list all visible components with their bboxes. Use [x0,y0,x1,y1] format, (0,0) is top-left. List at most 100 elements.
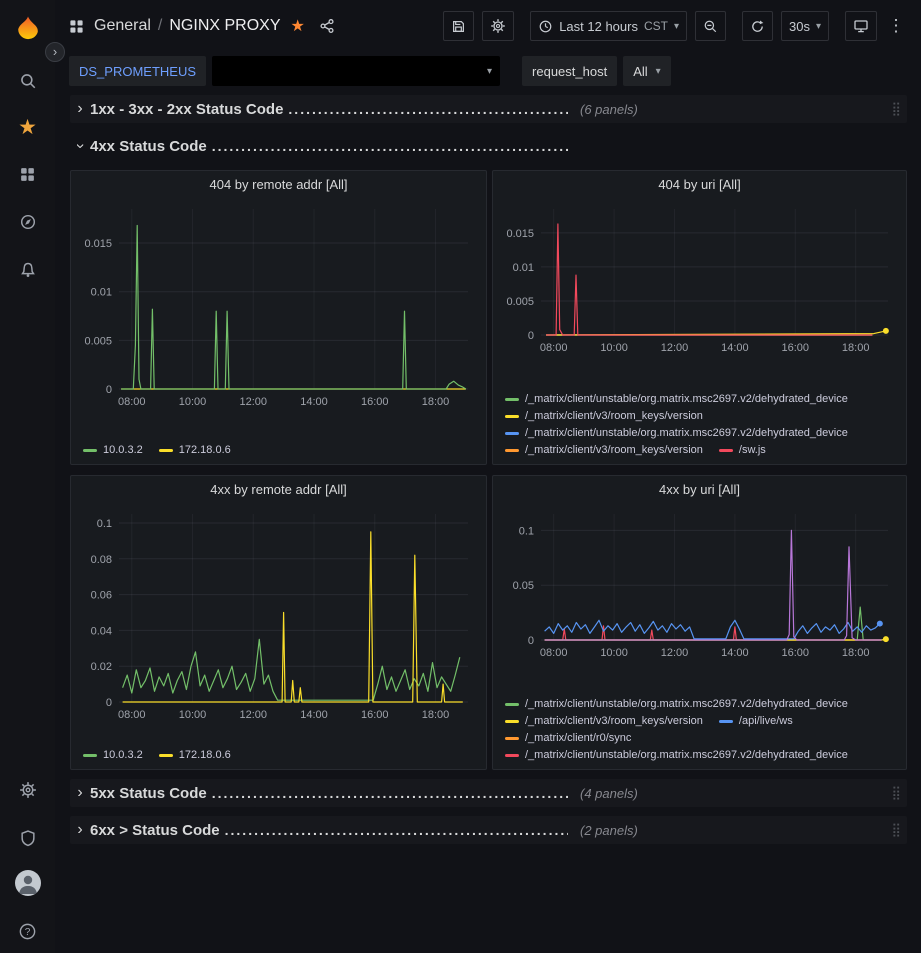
legend-series-label: /_matrix/client/unstable/org.matrix.msc2… [525,749,848,761]
legend-item[interactable]: /_matrix/client/unstable/org.matrix.msc2… [505,749,848,761]
star-icon: ★ [18,115,37,140]
svg-text:08:00: 08:00 [118,709,146,721]
row-title-dots: ........................................… [212,138,568,154]
chevron-down-icon: ▾ [674,21,679,32]
dashboard-title[interactable]: NGINX PROXY [169,17,280,35]
legend-series-swatch-icon [505,449,519,452]
bell-icon [19,261,37,279]
share-icon[interactable] [319,18,335,34]
refresh-button[interactable] [742,11,773,41]
row-drag-handle-icon[interactable]: ⣿ [891,822,901,838]
sidebar-item-server-admin[interactable] [0,817,55,859]
timeseries-chart[interactable]: 08:0010:0012:0014:0016:0018:0000.0050.01… [75,199,482,411]
legend-item[interactable]: /_matrix/client/v3/room_keys/version [505,410,703,422]
chevron-right-icon: › [53,44,57,59]
legend-series-swatch-icon [505,415,519,418]
svg-text:16:00: 16:00 [782,647,810,659]
legend-item[interactable]: 10.0.3.2 [83,444,143,456]
svg-text:18:00: 18:00 [842,647,870,659]
favorite-star-icon[interactable]: ★ [291,16,305,36]
request-host-select[interactable]: All ▾ [623,56,670,86]
svg-text:14:00: 14:00 [300,709,328,721]
row-title: 1xx - 3xx - 2xx Status Code [90,101,283,118]
svg-text:0.02: 0.02 [91,661,112,673]
datasource-variable-label[interactable]: DS_PROMETHEUS [69,56,206,86]
svg-text:16:00: 16:00 [782,342,810,354]
save-dashboard-button[interactable] [443,11,474,41]
apps-grid-icon [69,19,84,34]
legend-series-swatch-icon [83,754,97,757]
legend-item[interactable]: 172.18.0.6 [159,749,231,761]
legend-series-label: /_matrix/client/v3/room_keys/version [525,715,703,727]
sidebar-expand-button[interactable]: › [45,42,65,62]
legend-item[interactable]: /_matrix/client/unstable/org.matrix.msc2… [505,698,848,710]
refresh-icon [750,19,765,34]
sidebar-item-profile[interactable] [0,862,55,904]
zoom-out-button[interactable] [695,11,726,41]
legend-item[interactable]: /api/live/ws [719,715,793,727]
row-drag-handle-icon[interactable]: ⣿ [891,101,901,117]
refresh-interval-select[interactable]: 30s ▾ [781,11,829,41]
legend-item[interactable]: /_matrix/client/unstable/org.matrix.msc2… [505,393,848,405]
legend-item[interactable]: /_matrix/client/unstable/org.matrix.msc2… [505,427,848,439]
legend-series-swatch-icon [505,432,519,435]
legend-series-swatch-icon [505,703,519,706]
chart-legend: 10.0.3.2 172.18.0.6 [71,745,486,769]
row-header-5xx[interactable]: › 5xx Status Code ......................… [70,779,907,807]
sidebar-item-search[interactable] [0,60,55,102]
row-header-4xx[interactable]: › 4xx Status Code ......................… [70,132,907,160]
legend-item[interactable]: 10.0.3.2 [83,749,143,761]
svg-text:08:00: 08:00 [540,342,568,354]
legend-series-swatch-icon [505,737,519,740]
panel-title[interactable]: 404 by remote addr [All] [71,171,486,199]
tv-mode-button[interactable] [845,11,877,41]
timeseries-chart[interactable]: 08:0010:0012:0014:0016:0018:0000.020.040… [75,504,482,724]
svg-text:12:00: 12:00 [661,647,689,659]
svg-text:12:00: 12:00 [661,342,689,354]
row-drag-handle-icon[interactable]: ⣿ [891,785,901,801]
chart-legend: /_matrix/client/unstable/org.matrix.msc2… [493,389,906,464]
chart-legend: 10.0.3.2 172.18.0.6 [71,440,486,464]
legend-item[interactable]: /sw.js [719,444,766,456]
panel-title[interactable]: 404 by uri [All] [493,171,906,199]
row-title: 4xx Status Code [90,138,207,155]
breadcrumb-folder[interactable]: General [94,17,151,35]
timeseries-chart[interactable]: 08:0010:0012:0014:0016:0018:0000.0050.01… [497,199,902,357]
timezone-label: CST [644,19,668,33]
gear-icon [19,781,37,799]
sidebar-item-configuration[interactable] [0,769,55,811]
svg-text:0.01: 0.01 [91,287,112,299]
timeseries-chart[interactable]: 08:0010:0012:0014:0016:0018:0000.050.1 [497,504,902,662]
panel-4xx-by-remote-addr: 4xx by remote addr [All] 08:0010:0012:00… [70,475,487,770]
kebab-menu-button[interactable]: ⋮ [885,16,907,36]
refresh-interval-value: 30s [789,19,810,34]
legend-item[interactable]: /_matrix/client/v3/room_keys/version [505,444,703,456]
legend-item[interactable]: /_matrix/client/v3/room_keys/version [505,715,703,727]
svg-text:18:00: 18:00 [422,709,450,721]
dashboard-settings-button[interactable] [482,11,514,41]
legend-item[interactable]: 172.18.0.6 [159,444,231,456]
sidebar-item-help[interactable]: ? [0,910,55,952]
time-range-button[interactable]: Last 12 hours CST ▾ [530,11,687,41]
legend-series-label: 172.18.0.6 [179,749,231,761]
row-title-dots: ........................................… [225,822,568,838]
grafana-flame-icon [12,14,44,46]
svg-text:10:00: 10:00 [600,647,628,659]
sidebar-item-explore[interactable] [0,201,55,243]
sidebar-item-alerting[interactable] [0,249,55,291]
row-header-1xx-3xx-2xx[interactable]: › 1xx - 3xx - 2xx Status Code ..........… [70,95,907,123]
svg-text:08:00: 08:00 [118,396,146,408]
legend-series-label: /sw.js [739,444,766,456]
panel-title[interactable]: 4xx by uri [All] [493,476,906,504]
row-header-6xx[interactable]: › 6xx > Status Code ....................… [70,816,907,844]
sidebar-item-dashboards[interactable] [0,153,55,195]
svg-text:0.04: 0.04 [91,625,112,637]
datasource-select[interactable]: ▾ [212,56,500,86]
panel-title[interactable]: 4xx by remote addr [All] [71,476,486,504]
legend-series-label: 172.18.0.6 [179,444,231,456]
legend-series-label: /_matrix/client/v3/room_keys/version [525,410,703,422]
svg-text:0.1: 0.1 [519,525,534,537]
legend-item[interactable]: /_matrix/client/r0/sync [505,732,631,744]
sidebar-item-starred[interactable]: ★ [0,106,55,148]
svg-text:0.015: 0.015 [84,238,112,250]
